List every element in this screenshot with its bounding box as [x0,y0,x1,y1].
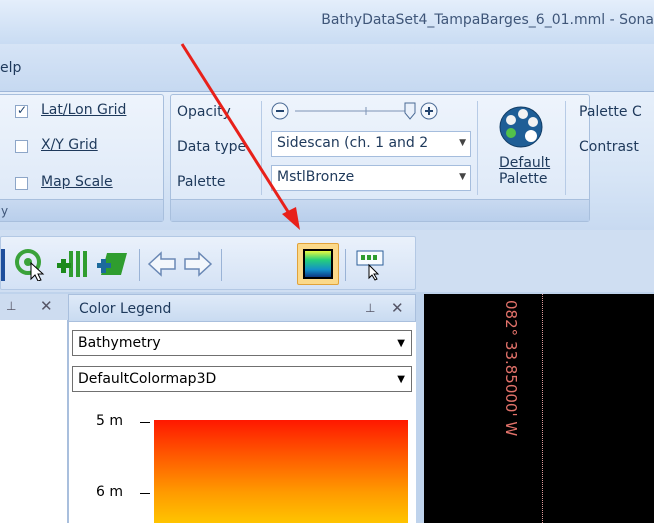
annotation-arrow [180,43,300,230]
